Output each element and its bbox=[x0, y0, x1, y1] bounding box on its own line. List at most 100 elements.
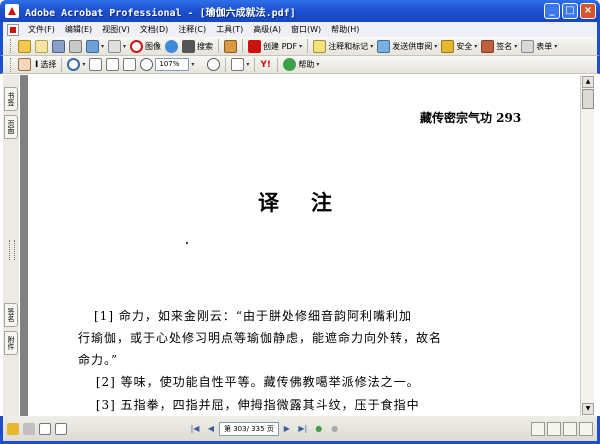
fit-page-button[interactable] bbox=[104, 57, 121, 73]
first-page-button[interactable]: |◀ bbox=[189, 423, 201, 435]
scroll-up-button[interactable]: ▲ bbox=[582, 76, 594, 88]
zoom-in-button[interactable] bbox=[205, 57, 222, 73]
create-pdf-label: 创建 PDF bbox=[263, 41, 298, 51]
printer-icon bbox=[69, 39, 82, 53]
window-controls: _ □ × bbox=[544, 3, 596, 19]
hand-tool-button[interactable] bbox=[16, 57, 33, 73]
security-button[interactable]: 安全 ▾ bbox=[439, 38, 479, 54]
section-heading: 译注 bbox=[258, 190, 364, 215]
next-page-button[interactable]: ▶ bbox=[281, 423, 293, 435]
menu-file[interactable]: 文件(F) bbox=[23, 24, 60, 35]
paperclip-icon bbox=[108, 39, 122, 53]
go-back-button[interactable]: ● bbox=[313, 423, 325, 435]
menu-document[interactable]: 文档(D) bbox=[135, 24, 173, 35]
single-page-view-button[interactable] bbox=[531, 421, 545, 436]
lock-icon[interactable] bbox=[7, 422, 19, 435]
document-pane[interactable]: 藏传密宗气功 293 译注 [1] 命力，如来金刚云：“由于胼处修细音韵阿利嘴利… bbox=[20, 75, 580, 416]
tab-signatures[interactable]: 签名 bbox=[4, 303, 18, 327]
menu-edit[interactable]: 编辑(E) bbox=[60, 24, 97, 35]
send-review-button[interactable]: 发送供审阅 ▾ bbox=[375, 38, 439, 54]
fit-width-button[interactable] bbox=[121, 57, 138, 73]
title-bar: Adobe Acrobat Professional - [瑜伽六成就法.pdf… bbox=[0, 0, 600, 22]
plus-circle-icon bbox=[207, 58, 221, 71]
search-button[interactable]: 搜索 bbox=[180, 38, 215, 54]
help-button[interactable]: 帮助 ▾ bbox=[281, 57, 321, 73]
sign-button[interactable]: 签名 ▾ bbox=[479, 38, 519, 54]
scroll-down-button[interactable]: ▼ bbox=[582, 403, 594, 415]
forms-label: 表单 bbox=[536, 41, 553, 51]
tab-bookmarks[interactable]: 书签 bbox=[4, 87, 18, 111]
menu-view[interactable]: 视图(V) bbox=[97, 24, 135, 35]
menu-help[interactable]: 帮助(H) bbox=[326, 24, 364, 35]
paperclip-icon[interactable] bbox=[23, 422, 35, 435]
vertical-scrollbar[interactable]: ▲ ▼ bbox=[580, 75, 594, 416]
status-bar: |◀ ◀ 第 303/ 335 页 ▶ ▶| ● ● bbox=[0, 416, 600, 444]
separator bbox=[218, 39, 220, 53]
page-speck bbox=[186, 242, 188, 244]
select-tool-button[interactable]: I 选择 bbox=[33, 57, 58, 73]
menu-advanced[interactable]: 高级(A) bbox=[248, 24, 286, 35]
menu-window[interactable]: 窗口(W) bbox=[286, 24, 326, 35]
text-line: [3] 五指拳，四指并屈，伸拇指微露其斗纹，压于食指中 bbox=[78, 398, 420, 412]
continuous-view-button[interactable] bbox=[547, 421, 561, 436]
page-header: 藏传密宗气功 293 bbox=[420, 111, 522, 125]
security-label: 安全 bbox=[456, 41, 473, 51]
go-forward-button[interactable]: ● bbox=[329, 423, 341, 435]
close-button[interactable]: × bbox=[580, 3, 596, 19]
continuous-facing-view-button[interactable] bbox=[579, 421, 593, 436]
document-icon[interactable] bbox=[7, 23, 19, 36]
yahoo-button[interactable]: Y! bbox=[258, 57, 274, 73]
zoom-tool-button[interactable]: ▾ bbox=[65, 57, 87, 73]
last-page-button[interactable]: ▶| bbox=[297, 423, 309, 435]
create-pdf-button[interactable]: 创建 PDF ▾ bbox=[246, 38, 304, 54]
pdf-icon bbox=[248, 39, 262, 53]
zoom-input[interactable]: 107% bbox=[155, 58, 190, 71]
pen-icon bbox=[481, 39, 495, 53]
create-button[interactable] bbox=[33, 38, 50, 54]
review-label: 发送供审阅 bbox=[392, 41, 433, 51]
text-line: [2] 等味，使功能自性平等。藏传佛教噶举派修法之一。 bbox=[78, 375, 420, 389]
image-icon bbox=[130, 39, 144, 53]
chevron-down-icon: ▾ bbox=[299, 42, 303, 50]
zoom-out-button[interactable] bbox=[138, 57, 155, 73]
folder-open-icon bbox=[18, 39, 31, 53]
minimize-button[interactable]: _ bbox=[544, 3, 560, 19]
search-label: 搜索 bbox=[197, 41, 214, 51]
actual-size-button[interactable] bbox=[87, 57, 104, 73]
menu-bar: 文件(F) 编辑(E) 视图(V) 文档(D) 注释(C) 工具(T) 高级(A… bbox=[0, 22, 600, 37]
text-line: [1] 命力，如来金刚云：“由于胼处修细音韵阿利嘴利加 bbox=[94, 309, 412, 323]
toolbar-grip[interactable] bbox=[10, 57, 13, 72]
separator bbox=[61, 57, 63, 72]
tab-pages[interactable]: 页面 bbox=[4, 115, 18, 139]
attach-button[interactable]: ▾ bbox=[106, 38, 128, 54]
layers-icon[interactable] bbox=[55, 422, 67, 435]
main-toolbar: ▾ ▾ 图像 搜索 创建 PDF ▾ 注释和标记 ▾ 发送供审阅 ▾ 安全 ▾ 签名 ▾ … bbox=[0, 37, 600, 56]
menu-comments[interactable]: 注释(C) bbox=[173, 24, 211, 35]
acrobat-app-icon bbox=[5, 4, 19, 18]
page-icon[interactable] bbox=[39, 422, 51, 435]
email-button[interactable]: ▾ bbox=[84, 38, 106, 54]
image-button[interactable]: 图像 bbox=[128, 38, 163, 54]
open-button[interactable] bbox=[16, 38, 33, 54]
print-button[interactable] bbox=[67, 38, 84, 54]
tab-attachments[interactable]: 附件 bbox=[4, 331, 18, 355]
maximize-button[interactable]: □ bbox=[562, 3, 578, 19]
menu-tools[interactable]: 工具(T) bbox=[211, 24, 248, 35]
forms-button[interactable]: 表单 ▾ bbox=[519, 38, 559, 54]
panel-splitter[interactable] bbox=[5, 240, 17, 260]
review-icon bbox=[377, 39, 391, 53]
pdf-page: 藏传密宗气功 293 译注 [1] 命力，如来金刚云：“由于胼处修细音韵阿利嘴利… bbox=[28, 75, 580, 416]
comment-markup-button[interactable]: 注释和标记 ▾ bbox=[311, 38, 375, 54]
facing-view-button[interactable] bbox=[563, 421, 577, 436]
lock-icon bbox=[441, 39, 455, 53]
rotate-button[interactable]: ▾ bbox=[229, 57, 251, 73]
toolbar-grip[interactable] bbox=[10, 39, 13, 53]
organizer-button[interactable] bbox=[222, 38, 239, 54]
zoom-dropdown[interactable]: ▾ bbox=[189, 57, 205, 73]
globe-button[interactable] bbox=[163, 38, 180, 54]
previous-page-button[interactable]: ◀ bbox=[205, 423, 217, 435]
save-button[interactable] bbox=[50, 38, 67, 54]
create-pdf-icon bbox=[35, 39, 48, 53]
scroll-thumb[interactable] bbox=[582, 89, 594, 109]
page-number-field[interactable]: 第 303/ 335 页 bbox=[219, 421, 279, 436]
